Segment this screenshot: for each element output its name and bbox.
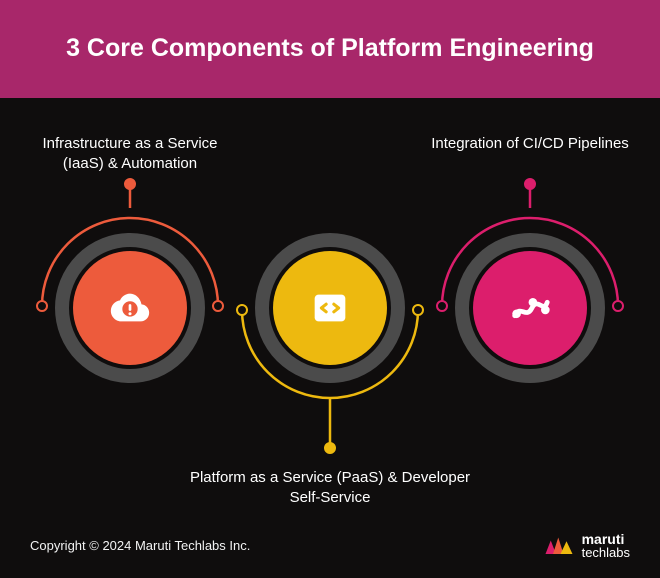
- page-title: 3 Core Components of Platform Engineerin…: [66, 32, 594, 66]
- label-iaas: Infrastructure as a Service (IaaS) & Aut…: [30, 134, 230, 175]
- dot-iaas-right: [212, 300, 224, 312]
- label-paas: Platform as a Service (PaaS) & Developer…: [175, 468, 485, 509]
- brand-block: maruti techlabs: [544, 532, 630, 559]
- brand-line2: techlabs: [582, 546, 630, 559]
- node-iaas: [55, 233, 205, 383]
- brand-logo-icon: [544, 534, 574, 556]
- header-banner: 3 Core Components of Platform Engineerin…: [0, 0, 660, 98]
- dot-cicd-right: [612, 300, 624, 312]
- footer: Copyright © 2024 Maruti Techlabs Inc. ma…: [0, 520, 660, 578]
- code-block-icon: [307, 285, 353, 331]
- cloud-alert-icon: [107, 285, 153, 331]
- label-cicd: Integration of CI/CD Pipelines: [430, 134, 630, 154]
- dot-iaas-top: [124, 178, 136, 190]
- dot-paas-bottom: [324, 442, 336, 454]
- node-cicd: [455, 233, 605, 383]
- brand-name: maruti techlabs: [582, 532, 630, 559]
- pipeline-icon: [507, 285, 553, 331]
- dot-paas-left: [236, 304, 248, 316]
- dot-iaas-left: [36, 300, 48, 312]
- diagram-area: Infrastructure as a Service (IaaS) & Aut…: [0, 98, 660, 518]
- dot-paas-right: [412, 304, 424, 316]
- node-paas: [255, 233, 405, 383]
- copyright-text: Copyright © 2024 Maruti Techlabs Inc.: [30, 538, 250, 553]
- dot-cicd-top: [524, 178, 536, 190]
- dot-cicd-left: [436, 300, 448, 312]
